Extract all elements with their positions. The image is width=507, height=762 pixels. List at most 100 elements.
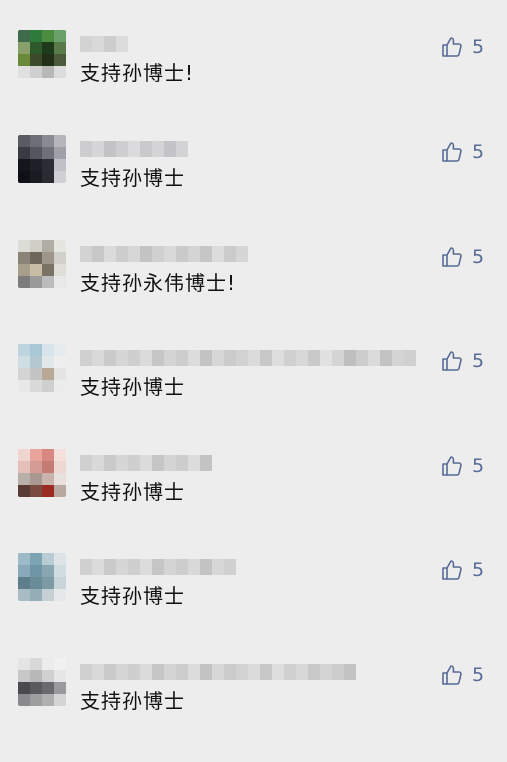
avatar[interactable] [18, 553, 66, 601]
avatar-pixel [42, 368, 54, 380]
nickname-blurred[interactable] [80, 141, 188, 157]
nickname-pixel [212, 559, 224, 575]
nickname-pixel [164, 350, 176, 366]
avatar-pixel [30, 553, 42, 565]
nickname-pixel [116, 455, 128, 471]
nickname-blurred[interactable] [80, 246, 248, 262]
nickname-pixel [200, 455, 212, 471]
avatar[interactable] [18, 135, 66, 183]
thumbs-up-icon [440, 35, 464, 59]
avatar-pixel [18, 461, 30, 473]
avatar-pixel [18, 276, 30, 288]
avatar-pixel [30, 54, 42, 66]
nickname-pixel [80, 36, 92, 52]
avatar[interactable] [18, 449, 66, 497]
nickname-pixel [236, 246, 248, 262]
avatar-pixel [54, 356, 66, 368]
nickname-pixel [140, 246, 152, 262]
avatar-pixel [30, 682, 42, 694]
avatar-pixel [18, 264, 30, 276]
comment-item: 支持孙博士 5 [0, 658, 507, 762]
avatar-pixel [30, 670, 42, 682]
avatar-pixel [54, 461, 66, 473]
avatar-pixel [42, 240, 54, 252]
nickname-pixel [188, 246, 200, 262]
avatar-pixel [42, 485, 54, 497]
nickname-pixel [320, 350, 332, 366]
nickname-blurred[interactable] [80, 350, 416, 366]
nickname-pixel [80, 559, 92, 575]
nickname-pixel [224, 559, 236, 575]
comment-text: 支持孙博士! [80, 61, 195, 85]
nickname-pixel [188, 350, 200, 366]
thumbs-up-icon [440, 349, 464, 373]
avatar-pixel [54, 147, 66, 159]
nickname-pixel [116, 36, 128, 52]
nickname-pixel [152, 664, 164, 680]
avatar-pixel [42, 135, 54, 147]
nickname-blurred[interactable] [80, 455, 212, 471]
comment-text: 支持孙博士 [80, 584, 185, 608]
nickname-pixel [164, 664, 176, 680]
nickname-pixel [116, 350, 128, 366]
nickname-pixel [128, 350, 140, 366]
thumbs-up-icon [440, 558, 464, 582]
comment-item: 支持孙博士 5 [0, 135, 507, 239]
avatar-pixel [54, 276, 66, 288]
like-button[interactable]: 5 [440, 348, 484, 374]
avatar[interactable] [18, 344, 66, 392]
nickname-pixel [332, 350, 344, 366]
nickname-pixel [296, 350, 308, 366]
avatar-pixel [30, 694, 42, 706]
nickname-pixel [320, 664, 332, 680]
nickname-pixel [104, 559, 116, 575]
avatar[interactable] [18, 658, 66, 706]
nickname-pixel [356, 350, 368, 366]
nickname-pixel [176, 559, 188, 575]
avatar-pixel [30, 356, 42, 368]
like-button[interactable]: 5 [440, 139, 484, 165]
nickname-pixel [104, 664, 116, 680]
avatar-pixel [30, 449, 42, 461]
avatar-pixel [54, 589, 66, 601]
thumbs-up-icon [440, 663, 464, 687]
avatar-pixel [30, 461, 42, 473]
nickname-pixel [344, 350, 356, 366]
like-button[interactable]: 5 [440, 662, 484, 688]
like-count: 5 [472, 141, 485, 163]
nickname-pixel [248, 664, 260, 680]
nickname-blurred[interactable] [80, 559, 236, 575]
like-count: 5 [472, 455, 485, 477]
nickname-pixel [140, 350, 152, 366]
nickname-blurred[interactable] [80, 36, 128, 52]
like-button[interactable]: 5 [440, 244, 484, 270]
like-button[interactable]: 5 [440, 453, 484, 479]
nickname-pixel [92, 455, 104, 471]
avatar-pixel [30, 264, 42, 276]
like-button[interactable]: 5 [440, 557, 484, 583]
avatar-pixel [42, 147, 54, 159]
comment-item: 支持孙博士 5 [0, 449, 507, 553]
avatar-pixel [42, 54, 54, 66]
avatar[interactable] [18, 30, 66, 78]
nickname-pixel [92, 559, 104, 575]
avatar-pixel [18, 356, 30, 368]
nickname-pixel [176, 141, 188, 157]
nickname-pixel [104, 141, 116, 157]
avatar-pixel [54, 66, 66, 78]
avatar-pixel [18, 368, 30, 380]
nickname-blurred[interactable] [80, 664, 356, 680]
nickname-pixel [164, 246, 176, 262]
comment-text: 支持孙博士 [80, 689, 185, 713]
like-button[interactable]: 5 [440, 34, 484, 60]
avatar-pixel [18, 485, 30, 497]
avatar-pixel [30, 589, 42, 601]
avatar-pixel [30, 368, 42, 380]
nickname-pixel [392, 350, 404, 366]
avatar-pixel [18, 135, 30, 147]
avatar[interactable] [18, 240, 66, 288]
avatar-pixel [30, 658, 42, 670]
nickname-pixel [152, 350, 164, 366]
nickname-pixel [128, 246, 140, 262]
nickname-pixel [176, 664, 188, 680]
